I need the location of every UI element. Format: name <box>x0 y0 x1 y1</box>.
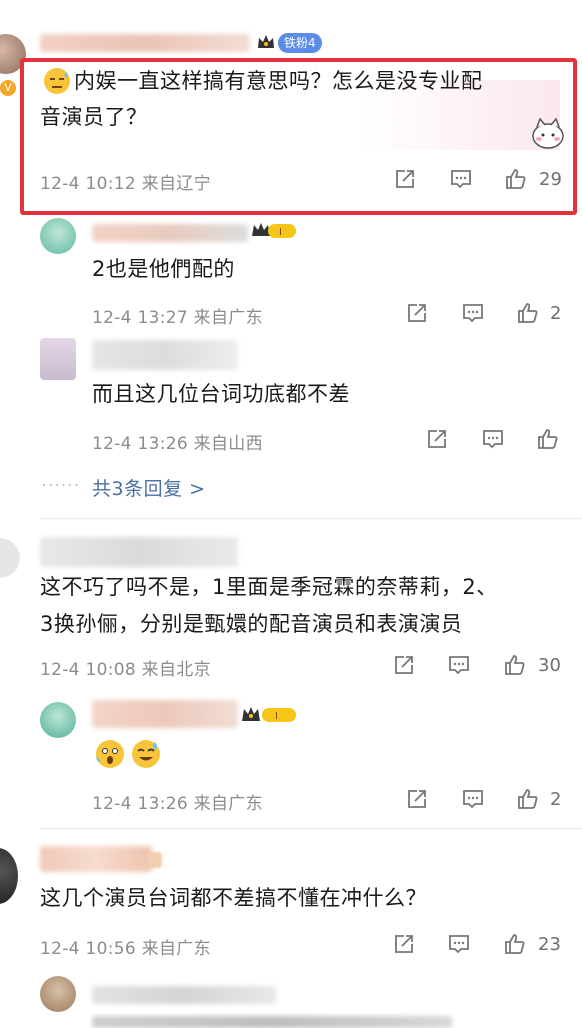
comment-meta: 12-4 10:08 来自北京 <box>40 660 211 680</box>
reply-text <box>92 1016 452 1028</box>
comment-meta: 12-4 10:12 来自辽宁 <box>40 174 211 194</box>
username[interactable] <box>92 700 238 728</box>
comment-icon[interactable] <box>460 300 486 326</box>
comment-icon[interactable] <box>480 426 506 452</box>
comment-text-line: 3换孙俪，分别是甄嬛的配音演员和表演演员 <box>40 612 463 636</box>
level-badge-icon: I <box>250 220 298 242</box>
comment-icon[interactable] <box>446 931 472 957</box>
avatar[interactable] <box>40 976 76 1012</box>
comment-icon[interactable] <box>446 652 472 678</box>
like-icon[interactable] <box>502 652 528 678</box>
share-icon[interactable] <box>404 786 430 812</box>
username[interactable] <box>92 224 248 242</box>
reply-text: 2也是他們配的 <box>92 257 235 281</box>
like-count: 2 <box>550 303 562 324</box>
cat-sticker-icon <box>528 112 568 152</box>
reply-meta: 12-4 13:27 来自广东 <box>92 308 263 328</box>
like-count: 29 <box>539 169 562 190</box>
share-icon[interactable] <box>391 652 417 678</box>
sweat-emoji-icon <box>42 66 72 96</box>
share-icon[interactable] <box>391 931 417 957</box>
verified-badge-icon: V <box>0 80 16 96</box>
comment-meta: 12-4 10:56 来自广东 <box>40 939 211 959</box>
dots-divider: ······ <box>42 478 81 494</box>
like-count: 2 <box>550 789 562 810</box>
like-icon[interactable] <box>502 931 528 957</box>
scared-emoji-icon <box>94 738 126 770</box>
divider <box>40 518 582 519</box>
level-badge-icon: I <box>240 704 298 726</box>
like-count: 23 <box>538 934 561 955</box>
divider <box>40 828 582 829</box>
share-icon[interactable] <box>404 300 430 326</box>
comment-text-line: 内娱一直这样搞有意思吗？怎么是没专业配 <box>74 69 483 93</box>
reply-meta: 12-4 13:26 来自广东 <box>92 794 263 814</box>
username[interactable] <box>40 34 250 52</box>
comment-text-line: 这不巧了吗不是，1里面是季冠霖的奈蒂莉，2、 <box>40 575 498 599</box>
crown-icon <box>148 852 162 868</box>
like-icon[interactable] <box>515 300 541 326</box>
avatar[interactable] <box>0 848 18 904</box>
like-icon[interactable] <box>515 786 541 812</box>
share-icon[interactable] <box>424 426 450 452</box>
avatar[interactable] <box>40 702 76 738</box>
username[interactable] <box>40 846 152 872</box>
more-replies-link[interactable]: 共3条回复 > <box>92 474 206 501</box>
comment-icon[interactable] <box>448 166 474 192</box>
avatar[interactable] <box>40 218 76 254</box>
reply-text: 而且这几位台词功底都不差 <box>92 382 350 406</box>
like-count: 30 <box>538 655 561 676</box>
like-icon[interactable] <box>535 426 561 452</box>
like-icon[interactable] <box>503 166 529 192</box>
username[interactable] <box>92 986 276 1004</box>
fan-badge: 铁粉4 <box>278 33 322 53</box>
avatar[interactable] <box>0 538 20 578</box>
username[interactable] <box>40 537 238 567</box>
svg-text:I: I <box>279 227 282 238</box>
reply-meta: 12-4 13:26 来自山西 <box>92 434 263 454</box>
comment-text: 这几个演员台词都不差搞不懂在冲什么？ <box>40 886 427 910</box>
crown-icon <box>256 32 276 52</box>
sweat-smile-emoji-icon <box>130 738 162 770</box>
avatar[interactable] <box>40 338 76 380</box>
svg-text:I: I <box>275 711 278 722</box>
username[interactable] <box>92 340 238 370</box>
comment-icon[interactable] <box>460 786 486 812</box>
comment-text-line: 音演员了？ <box>40 105 148 129</box>
share-icon[interactable] <box>392 166 418 192</box>
